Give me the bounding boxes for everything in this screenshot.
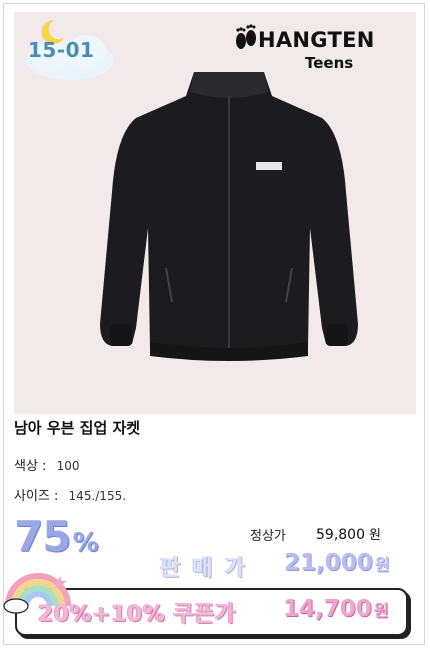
regular-price: 59,800 원 xyxy=(316,524,381,543)
sale-price: 21,000 원 xyxy=(284,550,390,576)
brand-name: HANGTEN xyxy=(258,28,375,52)
discount-rate: 75% xyxy=(14,516,99,558)
color-value: 100 xyxy=(56,459,80,473)
coupon-price-unit: 원 xyxy=(373,601,389,620)
footprints-icon xyxy=(236,24,256,49)
product-image[interactable]: 15-01 HANGTEN Teens xyxy=(14,12,416,414)
regular-price-value: 59,800 xyxy=(316,527,365,543)
sale-price-unit: 원 xyxy=(374,555,390,574)
badge-code: 15-01 xyxy=(28,38,95,62)
coupon-price-label: 20%+10% 쿠폰가 xyxy=(38,602,236,627)
size-spec: 사이즈 : 145./155. xyxy=(14,485,126,504)
color-label: 색상 : xyxy=(14,459,47,474)
regular-price-label: 정상가 xyxy=(250,529,286,544)
coupon-price: 14,700 원 xyxy=(283,596,389,622)
size-label: 사이즈 : xyxy=(14,489,59,504)
sale-price-value: 21,000 xyxy=(284,550,373,576)
sale-price-label: 판매가 xyxy=(160,556,257,581)
discount-value: 75 xyxy=(14,512,71,561)
size-value: 145./155. xyxy=(68,489,127,503)
regular-price-unit: 원 xyxy=(369,528,381,543)
discount-unit: % xyxy=(72,528,98,558)
coupon-price-value: 14,700 xyxy=(283,596,372,622)
product-title: 남아 우븐 집업 자켓 xyxy=(14,419,141,437)
color-spec: 색상 : 100 xyxy=(14,455,79,474)
jacket-image xyxy=(100,72,358,361)
